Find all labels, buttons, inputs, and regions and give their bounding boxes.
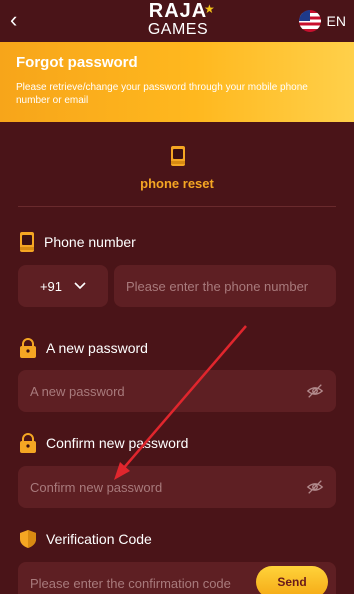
phone-icon <box>171 146 185 166</box>
new-password-label: A new password <box>18 338 148 358</box>
phone-number-field[interactable] <box>114 265 336 307</box>
eye-off-icon[interactable] <box>306 478 324 496</box>
star-icon: ★ <box>204 2 215 16</box>
lock-icon <box>20 433 36 453</box>
chevron-down-icon <box>74 282 86 290</box>
phone-number-label: Phone number <box>18 232 136 252</box>
confirm-password-input[interactable] <box>30 479 306 495</box>
forgot-password-banner: Forgot password Please retrieve/change y… <box>0 42 354 122</box>
banner-title: Forgot password <box>16 54 138 71</box>
logo-bottom-text: GAMES <box>147 21 209 38</box>
divider <box>18 206 336 207</box>
phone-number-input[interactable] <box>126 278 324 294</box>
confirm-password-label: Confirm new password <box>18 433 188 453</box>
language-selector[interactable]: EN <box>298 10 346 32</box>
new-password-input[interactable] <box>30 383 306 399</box>
phone-icon <box>20 232 34 252</box>
back-arrow-icon[interactable]: ‹ <box>10 8 30 32</box>
verification-code-label: Verification Code <box>18 529 152 549</box>
tab-label: phone reset <box>140 176 214 191</box>
logo: RAJA ★ GAMES <box>138 0 218 42</box>
country-code-select[interactable]: +91 <box>18 265 108 307</box>
language-label: EN <box>326 13 346 29</box>
phone-number-label-text: Phone number <box>44 234 136 250</box>
top-header: ‹ RAJA ★ GAMES EN <box>0 0 354 42</box>
confirm-password-field[interactable] <box>18 466 336 508</box>
new-password-field[interactable] <box>18 370 336 412</box>
us-flag-icon <box>298 10 321 32</box>
country-code-value: +91 <box>39 278 63 294</box>
confirm-password-label-text: Confirm new password <box>46 435 189 451</box>
eye-off-icon[interactable] <box>306 382 324 400</box>
new-password-label-text: A new password <box>46 340 148 356</box>
shield-icon <box>20 530 36 548</box>
verification-code-label-text: Verification Code <box>46 531 152 547</box>
tab-phone-reset[interactable]: phone reset <box>0 122 354 207</box>
lock-icon <box>20 338 36 358</box>
verification-code-input[interactable] <box>30 575 246 591</box>
banner-description: Please retrieve/change your password thr… <box>16 82 308 106</box>
send-button[interactable]: Send <box>256 566 328 594</box>
